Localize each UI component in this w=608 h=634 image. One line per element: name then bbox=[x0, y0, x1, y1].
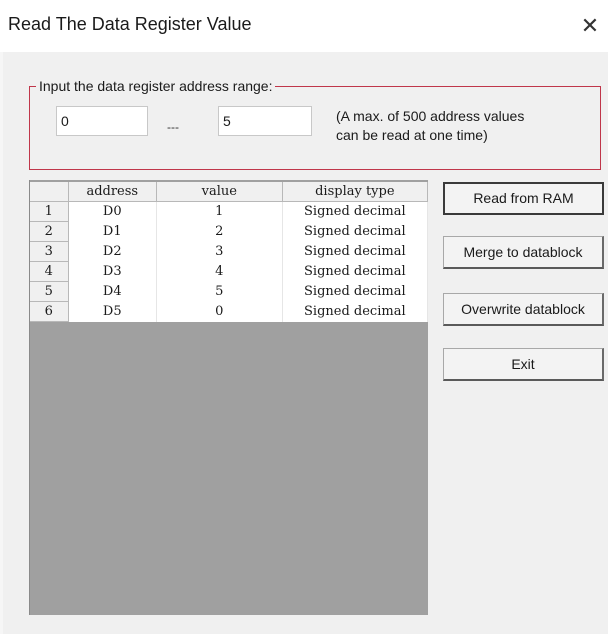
table-row[interactable]: 5 D4 5 Signed decimal bbox=[30, 281, 428, 302]
address-cell[interactable]: D0 bbox=[68, 201, 158, 222]
value-cell[interactable]: 3 bbox=[156, 241, 283, 262]
exit-button[interactable]: Exit bbox=[443, 348, 604, 381]
display-type-cell[interactable]: Signed decimal bbox=[282, 201, 428, 222]
value-cell[interactable]: 5 bbox=[156, 281, 283, 302]
value-cell[interactable]: 0 bbox=[156, 301, 283, 322]
address-cell[interactable]: D5 bbox=[68, 301, 158, 322]
end-address-input[interactable] bbox=[218, 106, 312, 136]
header-value[interactable]: value bbox=[156, 182, 283, 202]
row-number[interactable]: 1 bbox=[30, 201, 69, 222]
header-display-type[interactable]: display type bbox=[282, 182, 428, 202]
table-header-row: address value display type bbox=[30, 182, 428, 202]
window-edge bbox=[0, 52, 3, 634]
read-register-dialog: Read The Data Register Value ✕ Input the… bbox=[0, 0, 608, 634]
header-address[interactable]: address bbox=[68, 182, 158, 202]
value-cell[interactable]: 1 bbox=[156, 201, 283, 222]
range-separator: --- bbox=[167, 120, 179, 134]
row-number[interactable]: 3 bbox=[30, 241, 69, 262]
start-address-input[interactable] bbox=[56, 106, 148, 136]
address-cell[interactable]: D1 bbox=[68, 221, 158, 242]
merge-to-datablock-button[interactable]: Merge to datablock bbox=[443, 236, 604, 269]
close-icon[interactable]: ✕ bbox=[576, 12, 604, 40]
value-cell[interactable]: 2 bbox=[156, 221, 283, 242]
table-row[interactable]: 6 D5 0 Signed decimal bbox=[30, 301, 428, 322]
register-grid[interactable]: address value display type 1 D0 1 Signed… bbox=[29, 180, 428, 615]
display-type-cell[interactable]: Signed decimal bbox=[282, 301, 428, 322]
table-row[interactable]: 3 D2 3 Signed decimal bbox=[30, 241, 428, 262]
address-cell[interactable]: D3 bbox=[68, 261, 158, 282]
address-cell[interactable]: D4 bbox=[68, 281, 158, 302]
window-title: Read The Data Register Value bbox=[8, 14, 252, 34]
hint-line-1: (A max. of 500 address values bbox=[336, 108, 525, 124]
address-range-legend: Input the data register address range: bbox=[36, 78, 276, 94]
overwrite-datablock-button[interactable]: Overwrite datablock bbox=[443, 293, 604, 326]
hint-line-2: can be read at one time) bbox=[336, 127, 488, 143]
row-number[interactable]: 4 bbox=[30, 261, 69, 282]
register-table: address value display type 1 D0 1 Signed… bbox=[30, 182, 428, 322]
max-address-hint: (A max. of 500 address values can be rea… bbox=[336, 107, 524, 145]
row-number[interactable]: 2 bbox=[30, 221, 69, 242]
row-number[interactable]: 6 bbox=[30, 301, 69, 322]
table-row[interactable]: 2 D1 2 Signed decimal bbox=[30, 221, 428, 242]
header-row-number bbox=[30, 182, 69, 202]
address-cell[interactable]: D2 bbox=[68, 241, 158, 262]
table-row[interactable]: 1 D0 1 Signed decimal bbox=[30, 201, 428, 222]
read-from-ram-button[interactable]: Read from RAM bbox=[443, 182, 604, 215]
row-number[interactable]: 5 bbox=[30, 281, 69, 302]
title-bar: Read The Data Register Value ✕ bbox=[0, 0, 608, 52]
display-type-cell[interactable]: Signed decimal bbox=[282, 221, 428, 242]
table-row[interactable]: 4 D3 4 Signed decimal bbox=[30, 261, 428, 282]
value-cell[interactable]: 4 bbox=[156, 261, 283, 282]
display-type-cell[interactable]: Signed decimal bbox=[282, 241, 428, 262]
display-type-cell[interactable]: Signed decimal bbox=[282, 281, 428, 302]
display-type-cell[interactable]: Signed decimal bbox=[282, 261, 428, 282]
